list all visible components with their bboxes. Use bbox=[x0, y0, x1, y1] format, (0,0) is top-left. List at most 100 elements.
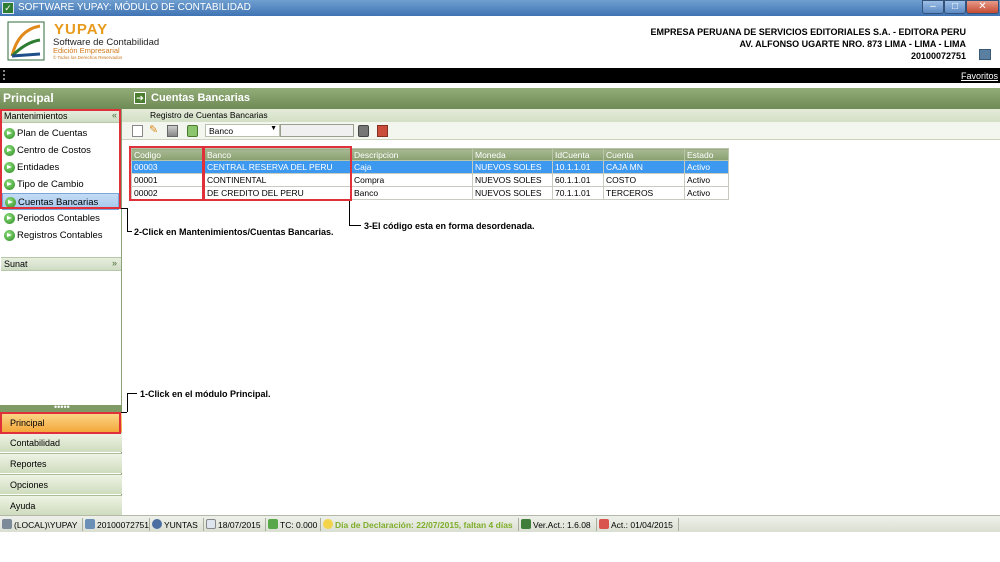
cell-estado: Activo bbox=[684, 173, 729, 187]
annotation-connector bbox=[127, 393, 137, 394]
status-date-text: 18/07/2015 bbox=[218, 520, 261, 530]
company-icon bbox=[85, 519, 95, 529]
status-server: (LOCAL)\YUPAY bbox=[2, 519, 77, 530]
column-header-estado[interactable]: Estado bbox=[684, 148, 729, 161]
green-arrow-icon bbox=[4, 230, 15, 241]
module-label: Reportes bbox=[10, 459, 47, 469]
sidebar-title: Principal bbox=[0, 88, 122, 109]
column-header-moneda[interactable]: Moneda bbox=[472, 148, 553, 161]
brand-rights: © Todos los Derechos Reservados bbox=[53, 55, 123, 60]
sidebar-item-label: Registros Contables bbox=[17, 230, 103, 241]
status-ruc-text: 20100072751 bbox=[97, 520, 150, 530]
cell-moneda: NUEVOS SOLES bbox=[472, 186, 553, 200]
status-bar: (LOCAL)\YUPAY 20100072751 YUNTAS 18/07/2… bbox=[0, 515, 1000, 532]
server-icon bbox=[2, 519, 12, 529]
cell-cuenta: COSTO bbox=[603, 173, 685, 187]
status-separator bbox=[149, 518, 150, 531]
annotation-connector bbox=[349, 225, 361, 226]
highlight-codigo-column bbox=[129, 146, 205, 201]
status-separator bbox=[82, 518, 83, 531]
sidebar-item-periodos-contables[interactable]: Periodos Contables bbox=[2, 210, 119, 227]
column-header-idcuenta[interactable]: IdCuenta bbox=[552, 148, 604, 161]
refresh-icon[interactable] bbox=[187, 125, 198, 137]
pencil-icon[interactable]: ✎ bbox=[149, 123, 160, 136]
annotation-connector bbox=[127, 393, 128, 412]
user-icon bbox=[152, 519, 162, 529]
status-tc: TC: 0.000 bbox=[268, 519, 317, 530]
module-label: Opciones bbox=[10, 480, 49, 490]
grip-handle[interactable] bbox=[3, 70, 5, 80]
filter-select[interactable]: Banco ▼ bbox=[205, 124, 280, 137]
module-opciones-button[interactable]: Opciones bbox=[0, 474, 122, 494]
exit-door-icon[interactable] bbox=[377, 125, 388, 137]
cell-moneda: NUEVOS SOLES bbox=[472, 173, 553, 187]
brand-name: YUPAY bbox=[54, 21, 109, 38]
status-user-text: YUNTAS bbox=[164, 520, 198, 530]
cell-moneda: NUEVOS SOLES bbox=[472, 160, 553, 174]
highlight-principal-module bbox=[0, 412, 121, 434]
arrow-right-icon: ➔ bbox=[134, 92, 146, 104]
search-input[interactable] bbox=[280, 124, 354, 137]
module-contabilidad-button[interactable]: Contabilidad bbox=[0, 432, 122, 452]
status-ruc: 20100072751 bbox=[85, 519, 149, 530]
status-separator bbox=[678, 518, 679, 531]
chevron-down-icon: ▼ bbox=[270, 125, 277, 132]
calendar-icon bbox=[206, 519, 216, 529]
maximize-button[interactable]: □ bbox=[944, 0, 966, 14]
status-tc-text: TC: 0.000 bbox=[280, 520, 318, 530]
brand-edition: Edición Empresarial bbox=[53, 46, 120, 55]
cell-idcuenta: 10.1.1.01 bbox=[552, 160, 604, 174]
sidebar-item-label: Periodos Contables bbox=[17, 213, 100, 224]
annotation-connector bbox=[121, 412, 127, 413]
status-separator bbox=[203, 518, 204, 531]
module-ayuda-button[interactable]: Ayuda bbox=[0, 495, 122, 515]
cell-descripcion: Banco bbox=[351, 186, 473, 200]
status-separator bbox=[265, 518, 266, 531]
version-icon bbox=[521, 519, 531, 529]
company-ruc: 20100072751 bbox=[910, 51, 966, 61]
status-version-text: Ver.Act.: 1.6.08 bbox=[533, 520, 591, 530]
status-separator bbox=[518, 518, 519, 531]
close-button[interactable]: ✕ bbox=[966, 0, 999, 14]
app-icon: ✓ bbox=[2, 2, 14, 14]
company-settings-icon[interactable] bbox=[979, 49, 991, 60]
section-sunat[interactable]: Sunat » bbox=[1, 257, 121, 271]
splitter-handle[interactable]: ••••• bbox=[0, 402, 122, 412]
minimize-button[interactable]: – bbox=[922, 0, 944, 14]
filter-select-value: Banco bbox=[209, 126, 234, 136]
status-date: 18/07/2015 bbox=[206, 519, 261, 530]
page-subtitle: Registro de Cuentas Bancarias bbox=[122, 109, 1000, 122]
status-user: YUNTAS bbox=[152, 519, 198, 530]
lightbulb-icon bbox=[323, 519, 333, 529]
cell-cuenta: TERCEROS bbox=[603, 186, 685, 200]
highlight-mantenimientos bbox=[0, 109, 121, 209]
module-reportes-button[interactable]: Reportes bbox=[0, 453, 122, 473]
cell-idcuenta: 70.1.1.01 bbox=[552, 186, 604, 200]
annotation-connector bbox=[127, 231, 132, 232]
page-title: Cuentas Bancarias bbox=[151, 92, 251, 104]
annotation-connector bbox=[349, 201, 350, 225]
cell-idcuenta: 60.1.1.01 bbox=[552, 173, 604, 187]
sidebar-item-registros-contables[interactable]: Registros Contables bbox=[2, 227, 119, 244]
status-version: Ver.Act.: 1.6.08 bbox=[521, 519, 591, 530]
favoritos-link[interactable]: Favoritos bbox=[961, 71, 998, 81]
window-titlebar: ✓ SOFTWARE YUPAY: MÓDULO DE CONTABILIDAD… bbox=[0, 0, 1000, 16]
status-declaracion-text: Día de Declaración: 22/07/2015, faltan 4… bbox=[335, 520, 513, 530]
company-name: EMPRESA PERUANA DE SERVICIOS EDITORIALES… bbox=[650, 27, 966, 37]
calendar-update-icon bbox=[599, 519, 609, 529]
annotation-step-2: 2-Click en Mantenimientos/Cuentas Bancar… bbox=[134, 227, 334, 237]
column-header-cuenta[interactable]: Cuenta bbox=[603, 148, 685, 161]
column-header-descripcion[interactable]: Descripcion bbox=[351, 148, 473, 161]
cell-cuenta: CAJA MN bbox=[603, 160, 685, 174]
cell-estado: Activo bbox=[684, 160, 729, 174]
window-title: SOFTWARE YUPAY: MÓDULO DE CONTABILIDAD bbox=[18, 2, 251, 13]
binoculars-icon[interactable] bbox=[358, 125, 369, 137]
green-arrow-icon bbox=[4, 213, 15, 224]
trash-icon[interactable] bbox=[167, 125, 178, 137]
annotation-connector bbox=[127, 208, 128, 231]
status-separator bbox=[320, 518, 321, 531]
chevron-down-icon[interactable]: » bbox=[112, 258, 117, 268]
company-address: AV. ALFONSO UGARTE NRO. 873 LIMA - LIMA … bbox=[739, 39, 966, 49]
module-label: Contabilidad bbox=[10, 438, 61, 448]
new-document-icon[interactable] bbox=[132, 125, 143, 137]
